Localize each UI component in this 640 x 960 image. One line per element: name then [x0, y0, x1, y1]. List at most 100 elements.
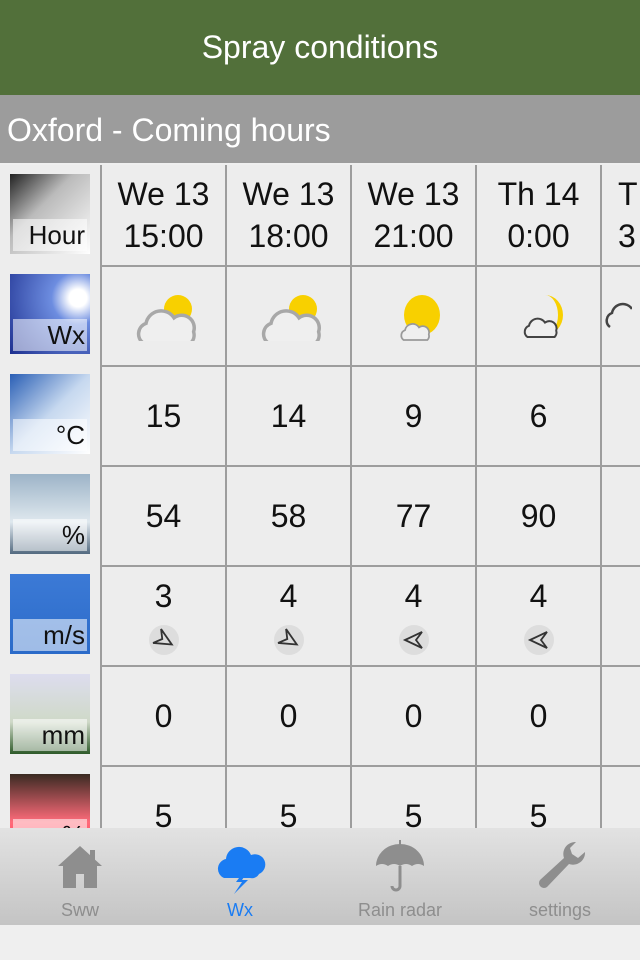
- row-wind: m/s 3 4 4 4: [0, 565, 640, 665]
- row-label: Wx: [13, 319, 87, 351]
- hour-cell: We 13 15:00: [100, 165, 225, 265]
- tab-rain-radar[interactable]: Rain radar: [320, 828, 480, 925]
- time-label: 18:00: [248, 218, 329, 254]
- row-humidity: % 54 58 77 90: [0, 465, 640, 565]
- humidity-cell: [600, 465, 640, 565]
- humidity-cell: 77: [350, 465, 475, 565]
- rain-value: 0: [529, 697, 548, 734]
- humidity-cell: 58: [225, 465, 350, 565]
- row-hour: Hour We 13 15:00 We 13 18:00 We 13 21:00 Th 14 0…: [0, 165, 640, 265]
- wind-direction-icon: [398, 624, 429, 655]
- humidity-cell: 90: [475, 465, 600, 565]
- house-icon: [58, 846, 102, 888]
- wind-speed: 4: [279, 577, 298, 614]
- last-cell: 5: [350, 765, 475, 828]
- humidity-cell: 54: [100, 465, 225, 565]
- rain-icon: mm: [10, 674, 90, 754]
- page-title: Spray conditions: [201, 29, 439, 65]
- day-label: We 13: [367, 176, 460, 212]
- tab-wx[interactable]: Wx: [160, 828, 320, 925]
- row-label: Hour: [13, 219, 87, 251]
- row-label: m/s: [13, 619, 87, 651]
- last-value: 5: [154, 797, 173, 829]
- last-value: 5: [404, 797, 423, 829]
- day-label: Th 14: [497, 176, 580, 212]
- rain-cell: 0: [225, 665, 350, 765]
- weather-icon: [605, 302, 632, 329]
- time-label: 15:00: [123, 218, 204, 254]
- row-label: %: [13, 519, 87, 551]
- day-label: We 13: [242, 176, 335, 212]
- last-value: 5: [529, 797, 548, 829]
- windsock-icon: m/s: [10, 574, 90, 654]
- rain-cell: [600, 665, 640, 765]
- wind-direction-icon: [148, 624, 179, 655]
- humidity-icon: %: [10, 474, 90, 554]
- red-cover-icon: %: [10, 774, 90, 828]
- temp-cell: 9: [350, 365, 475, 465]
- weather-icon: [136, 295, 196, 341]
- umbrella-icon: [376, 840, 424, 892]
- tab-bar: Sww Wx Rain radar settings: [0, 828, 640, 925]
- tab-label: Rain radar: [357, 900, 443, 920]
- last-cell: [600, 765, 640, 828]
- tab-settings[interactable]: settings: [480, 828, 640, 925]
- humidity-value: 77: [395, 497, 432, 534]
- wind-speed: 4: [404, 577, 423, 614]
- temp-cell: [600, 365, 640, 465]
- row-label: %: [13, 819, 87, 828]
- rain-cell: 0: [350, 665, 475, 765]
- wx-cell: [600, 265, 640, 365]
- wind-direction-icon: [273, 624, 304, 655]
- time-label: 3: [618, 218, 636, 254]
- rain-value: 0: [279, 697, 298, 734]
- day-label: T: [618, 176, 638, 212]
- weather-icon: [523, 295, 563, 339]
- tab-label: Sww: [60, 900, 99, 920]
- humidity-value: 58: [270, 497, 307, 534]
- temp-cell: 15: [100, 365, 225, 465]
- wind-cell: 4: [350, 565, 475, 665]
- wx-cell: [225, 265, 350, 365]
- rain-value: 0: [154, 697, 173, 734]
- wind-direction-icon: [523, 624, 554, 655]
- wrench-icon: [539, 841, 586, 888]
- wind-cell: 3: [100, 565, 225, 665]
- wind-cell: [600, 565, 640, 665]
- cloud-lightning-icon: [217, 846, 266, 894]
- temp-value: 6: [529, 397, 548, 434]
- wx-cell: [475, 265, 600, 365]
- time-label: 0:00: [507, 218, 570, 254]
- location-title: Oxford - Coming hours: [0, 95, 640, 163]
- time-label: 21:00: [373, 218, 454, 254]
- hour-cell: Th 14 0:00: [475, 165, 600, 265]
- bottom-strip: [0, 925, 640, 960]
- tab-label: settings: [528, 900, 592, 920]
- day-label: We 13: [117, 176, 210, 212]
- wind-speed: 4: [529, 577, 548, 614]
- temp-cell: 6: [475, 365, 600, 465]
- wind-speed: 3: [154, 577, 173, 614]
- last-cell: 5: [475, 765, 600, 828]
- tab-sww[interactable]: Sww: [0, 828, 160, 925]
- temp-value: 15: [145, 397, 182, 434]
- hour-cell: T3: [600, 165, 640, 265]
- weather-icon: [261, 295, 321, 341]
- clock-icon: Hour: [10, 174, 90, 254]
- humidity-value: 90: [520, 497, 557, 534]
- wind-cell: 4: [475, 565, 600, 665]
- temp-cell: 14: [225, 365, 350, 465]
- sky-icon: Wx: [10, 274, 90, 354]
- wx-cell: [100, 265, 225, 365]
- temp-value: 9: [404, 397, 423, 434]
- humidity-value: 54: [145, 497, 182, 534]
- last-value: 5: [279, 797, 298, 829]
- rain-cell: 0: [475, 665, 600, 765]
- row-label: °C: [13, 419, 87, 451]
- row-rain: mm 0 0 0 0: [0, 665, 640, 765]
- last-cell: 5: [100, 765, 225, 828]
- forecast-grid[interactable]: Hour We 13 15:00 We 13 18:00 We 13 21:00 Th 14 0…: [0, 165, 640, 828]
- last-cell: 5: [225, 765, 350, 828]
- rain-cell: 0: [100, 665, 225, 765]
- temp-value: 14: [270, 397, 307, 434]
